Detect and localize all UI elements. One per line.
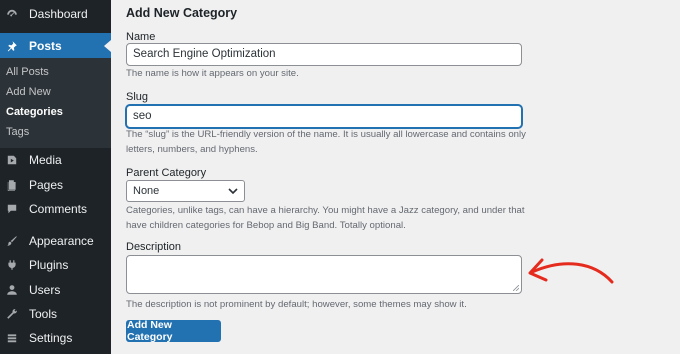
menu-label: Tools bbox=[29, 307, 58, 321]
menu-label: Posts bbox=[29, 39, 62, 53]
users-icon bbox=[6, 284, 18, 296]
plugins-icon bbox=[6, 259, 18, 271]
slug-help: The “slug” is the URL-friendly version o… bbox=[126, 129, 526, 155]
menu-label: Pages bbox=[29, 178, 64, 192]
menu-item-users[interactable]: Users bbox=[0, 277, 111, 303]
parent-category-label: Parent Category bbox=[126, 167, 207, 179]
menu-item-dashboard[interactable]: Dashboard bbox=[0, 1, 111, 27]
media-icon bbox=[6, 154, 18, 166]
menu-label: Settings bbox=[29, 331, 73, 345]
slug-label: Slug bbox=[126, 91, 149, 103]
menu-item-appearance[interactable]: Appearance bbox=[0, 228, 111, 254]
description-help: The description is not prominent by defa… bbox=[126, 299, 467, 310]
menu-item-posts[interactable]: Posts bbox=[0, 33, 111, 59]
active-indicator bbox=[104, 40, 111, 52]
name-help: The name is how it appears on your site. bbox=[126, 68, 299, 79]
annotation-arrow-icon bbox=[528, 258, 614, 284]
menu-item-settings[interactable]: Settings bbox=[0, 325, 111, 351]
menu-label: Appearance bbox=[29, 234, 94, 248]
menu-item-plugins[interactable]: Plugins bbox=[0, 252, 111, 278]
menu-item-tools[interactable]: Tools bbox=[0, 301, 111, 327]
comments-icon bbox=[6, 203, 18, 215]
slug-input[interactable]: seo bbox=[126, 105, 522, 128]
add-new-category-button[interactable]: Add New Category bbox=[126, 319, 221, 343]
menu-item-comments[interactable]: Comments bbox=[0, 196, 111, 222]
add-category-form: Add New Category Name Search Engine Opti… bbox=[111, 0, 680, 354]
name-input[interactable]: Search Engine Optimization bbox=[126, 43, 522, 66]
menu-item-pages[interactable]: Pages bbox=[0, 172, 111, 198]
pages-icon bbox=[6, 179, 18, 191]
name-label: Name bbox=[126, 31, 156, 43]
chevron-down-icon bbox=[228, 188, 238, 195]
menu-label: Plugins bbox=[29, 258, 69, 272]
parent-category-select[interactable]: None bbox=[126, 180, 245, 202]
description-label: Description bbox=[126, 241, 182, 253]
menu-item-media[interactable]: Media bbox=[0, 147, 111, 173]
settings-icon bbox=[6, 332, 18, 344]
wrench-icon bbox=[6, 308, 18, 320]
menu-label: Comments bbox=[29, 202, 88, 216]
parent-category-selected: None bbox=[133, 185, 160, 197]
parent-category-help: Categories, unlike tags, can have a hier… bbox=[126, 205, 525, 231]
submenu-tags[interactable]: Tags bbox=[6, 126, 29, 138]
brush-icon bbox=[6, 235, 18, 247]
menu-label: Dashboard bbox=[29, 7, 88, 21]
menu-label: Media bbox=[29, 153, 62, 167]
pin-icon bbox=[6, 40, 18, 52]
submenu-categories[interactable]: Categories bbox=[6, 106, 63, 118]
resize-grip-icon[interactable] bbox=[513, 285, 519, 291]
description-textarea[interactable] bbox=[126, 255, 522, 294]
menu-label: Users bbox=[29, 283, 61, 297]
posts-submenu: All Posts Add New Categories Tags bbox=[0, 58, 111, 148]
admin-sidebar: Dashboard Posts All Posts Add New Catego… bbox=[0, 0, 111, 354]
form-heading: Add New Category bbox=[126, 6, 238, 20]
dashboard-icon bbox=[6, 8, 18, 20]
submenu-add-new[interactable]: Add New bbox=[6, 86, 51, 98]
submenu-all-posts[interactable]: All Posts bbox=[6, 66, 49, 78]
